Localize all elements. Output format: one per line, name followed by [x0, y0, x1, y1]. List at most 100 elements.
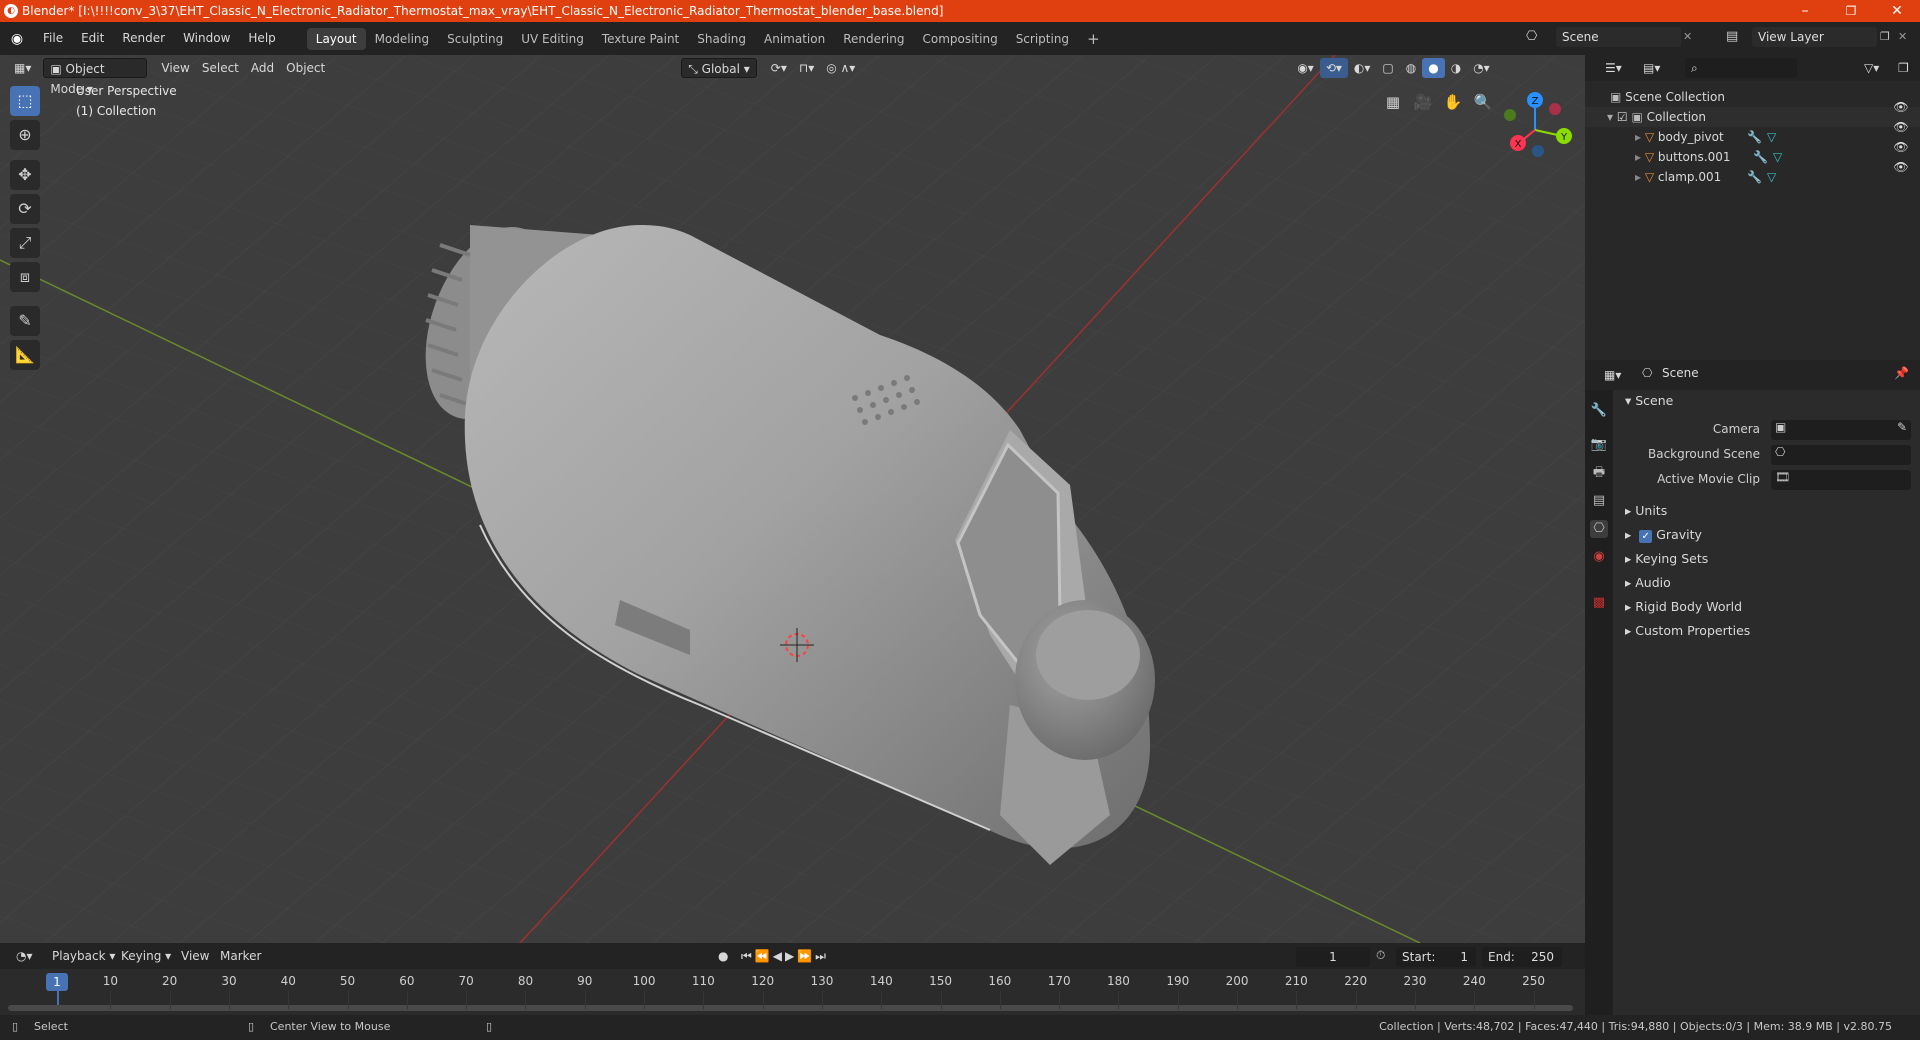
- expand-chevron-icon[interactable]: ▾: [1607, 110, 1613, 124]
- scene-tab-icon[interactable]: ⎔: [1590, 520, 1608, 538]
- tab-texture-paint[interactable]: Texture Paint: [593, 28, 688, 50]
- view-layer-selector[interactable]: View Layer: [1752, 27, 1877, 47]
- rigid-body-world-panel-header[interactable]: ▸ Rigid Body World: [1625, 599, 1742, 614]
- world-tab-icon[interactable]: ◉: [1590, 548, 1608, 566]
- start-frame-field[interactable]: Start: 1: [1396, 947, 1476, 967]
- gravity-panel-header[interactable]: ▸ ✓ Gravity: [1625, 527, 1702, 543]
- modifier-wrench-icon[interactable]: 🔧: [1747, 127, 1762, 147]
- solid-shading-icon[interactable]: ●: [1422, 58, 1445, 78]
- material-shading-icon[interactable]: ◑: [1445, 58, 1467, 78]
- menu-add[interactable]: Add: [245, 58, 280, 78]
- tab-rendering[interactable]: Rendering: [834, 28, 913, 50]
- outliner[interactable]: ☰▾ ▤▾ ⌕ ▽▾ ❐ ▣ Scene Collection ▾ ☑ ▣ Co…: [1585, 55, 1920, 360]
- overlay-toggle-icon[interactable]: ◐▾: [1348, 58, 1377, 78]
- pin-icon[interactable]: 📌: [1894, 366, 1909, 380]
- 3d-viewport[interactable]: [0, 55, 1585, 943]
- select-box-tool-icon[interactable]: ⬚: [10, 86, 40, 116]
- new-collection-icon[interactable]: ❐: [1892, 58, 1915, 78]
- background-scene-field[interactable]: ⎔: [1771, 445, 1911, 465]
- timeline-editor-icon[interactable]: ◔▾: [10, 946, 39, 966]
- frame-ruler[interactable]: 1 10 20 30 40 50 60 70 80 90 100 110 120 130 140 150 16…: [0, 969, 1585, 1015]
- menu-select[interactable]: Select: [196, 58, 245, 78]
- menu-help[interactable]: Help: [239, 22, 284, 55]
- scene-panel-header[interactable]: ▾ Scene: [1625, 393, 1673, 408]
- pivot-icon[interactable]: ⟳▾: [765, 58, 793, 78]
- display-mode-icon[interactable]: ▤▾: [1637, 58, 1666, 78]
- expand-arrow-icon[interactable]: ▸: [1635, 150, 1641, 164]
- tab-shading[interactable]: Shading: [688, 28, 755, 50]
- xray-icon[interactable]: ▢: [1376, 58, 1399, 78]
- mesh-data-icon[interactable]: ▽: [1767, 127, 1776, 147]
- menu-edit[interactable]: Edit: [72, 22, 113, 55]
- outliner-row-clamp[interactable]: ▸ ▽ clamp.001 🔧 ▽: [1585, 167, 1920, 187]
- wireframe-shading-icon[interactable]: ◍: [1400, 58, 1422, 78]
- timeline-scrollbar[interactable]: [8, 1005, 1573, 1011]
- visibility-icon[interactable]: ◉▾: [1291, 58, 1320, 78]
- properties-editor-icon[interactable]: ▦▾: [1598, 365, 1627, 385]
- proportional-edit-icon[interactable]: ◎ ∧▾: [820, 58, 861, 78]
- scene-close-icon[interactable]: ✕: [1683, 27, 1699, 47]
- tab-animation[interactable]: Animation: [755, 28, 834, 50]
- end-frame-field[interactable]: End: 250: [1482, 947, 1562, 967]
- close-button[interactable]: ✕: [1874, 0, 1920, 22]
- mode-selector[interactable]: ▣ Object Mode ▾: [43, 58, 148, 96]
- scene-selector[interactable]: Scene: [1556, 27, 1681, 47]
- timeline-menu-keying[interactable]: Keying ▾: [115, 946, 177, 966]
- keying-sets-panel-header[interactable]: ▸ Keying Sets: [1625, 551, 1708, 566]
- mesh-data-icon[interactable]: ▽: [1773, 147, 1782, 167]
- tool-tab-icon[interactable]: 🔧: [1590, 402, 1608, 420]
- collection-checkbox[interactable]: ☑: [1617, 110, 1628, 124]
- menu-file[interactable]: File: [34, 22, 72, 55]
- orientation-selector[interactable]: ⤡ Global ▾: [681, 58, 757, 78]
- gravity-checkbox[interactable]: ✓: [1639, 530, 1653, 543]
- add-workspace-icon[interactable]: +: [1078, 28, 1109, 50]
- maximize-button[interactable]: ❐: [1828, 0, 1874, 22]
- custom-properties-panel-header[interactable]: ▸ Custom Properties: [1625, 623, 1750, 638]
- eye-icon[interactable]: 👁: [1893, 99, 1909, 115]
- outliner-search-input[interactable]: ⌕: [1685, 58, 1797, 78]
- menu-view[interactable]: View: [155, 58, 195, 78]
- audio-panel-header[interactable]: ▸ Audio: [1625, 575, 1671, 590]
- playhead[interactable]: 1: [46, 973, 68, 991]
- scene-browse-icon[interactable]: ⎔: [1526, 27, 1546, 47]
- eyedropper-icon[interactable]: ✎: [1897, 420, 1907, 434]
- gizmo-toggle-icon[interactable]: ⟲▾: [1319, 58, 1348, 78]
- modifier-wrench-icon[interactable]: 🔧: [1753, 147, 1768, 167]
- record-icon[interactable]: ●: [712, 946, 734, 966]
- minimize-button[interactable]: –: [1782, 0, 1828, 22]
- timeline[interactable]: ◔▾ Playback ▾ Keying ▾ View Marker ● ⏮⏪◀…: [0, 943, 1585, 1015]
- measure-tool-icon[interactable]: 📐: [10, 340, 40, 370]
- eye-icon[interactable]: 👁: [1893, 119, 1909, 135]
- camera-view-icon[interactable]: 🎥: [1410, 89, 1436, 115]
- menu-window[interactable]: Window: [174, 22, 239, 55]
- toggle-grid-icon[interactable]: ▦: [1380, 89, 1406, 115]
- blender-menu-icon[interactable]: ◉: [0, 31, 34, 47]
- rendered-shading-icon[interactable]: ◔▾: [1467, 58, 1496, 78]
- timeline-menu-view[interactable]: View: [175, 946, 215, 966]
- view-layer-close-icon[interactable]: ✕: [1898, 27, 1914, 47]
- playback-controls-icon[interactable]: ⏮⏪◀▶⏩⏭: [735, 946, 835, 966]
- menu-object[interactable]: Object: [280, 58, 331, 78]
- new-view-layer-icon[interactable]: ❐: [1880, 27, 1896, 47]
- menu-render[interactable]: Render: [113, 22, 174, 55]
- move-tool-icon[interactable]: ✥: [10, 160, 40, 190]
- active-movie-clip-field[interactable]: 🎞: [1771, 470, 1911, 490]
- tab-sculpting[interactable]: Sculpting: [438, 28, 512, 50]
- tab-modeling[interactable]: Modeling: [366, 28, 439, 50]
- transform-tool-icon[interactable]: ⧈: [10, 262, 40, 292]
- camera-field[interactable]: ▣ ✎: [1771, 420, 1911, 440]
- modifier-wrench-icon[interactable]: 🔧: [1747, 167, 1762, 187]
- view-layer-tab-icon[interactable]: ▤: [1590, 492, 1608, 510]
- mesh-data-icon[interactable]: ▽: [1767, 167, 1776, 187]
- expand-arrow-icon[interactable]: ▸: [1635, 130, 1641, 144]
- units-panel-header[interactable]: ▸ Units: [1625, 503, 1667, 518]
- zoom-icon[interactable]: 🔍: [1470, 89, 1496, 115]
- eye-icon[interactable]: 👁: [1893, 159, 1909, 175]
- outliner-row-buttons[interactable]: ▸ ▽ buttons.001 🔧 ▽: [1585, 147, 1920, 167]
- tab-layout[interactable]: Layout: [306, 27, 366, 50]
- tab-scripting[interactable]: Scripting: [1007, 28, 1078, 50]
- timeline-menu-playback[interactable]: Playback ▾: [46, 946, 121, 966]
- annotate-tool-icon[interactable]: ✎: [10, 306, 40, 336]
- editor-type-icon[interactable]: ▦▾: [8, 58, 37, 78]
- eye-icon[interactable]: 👁: [1893, 139, 1909, 155]
